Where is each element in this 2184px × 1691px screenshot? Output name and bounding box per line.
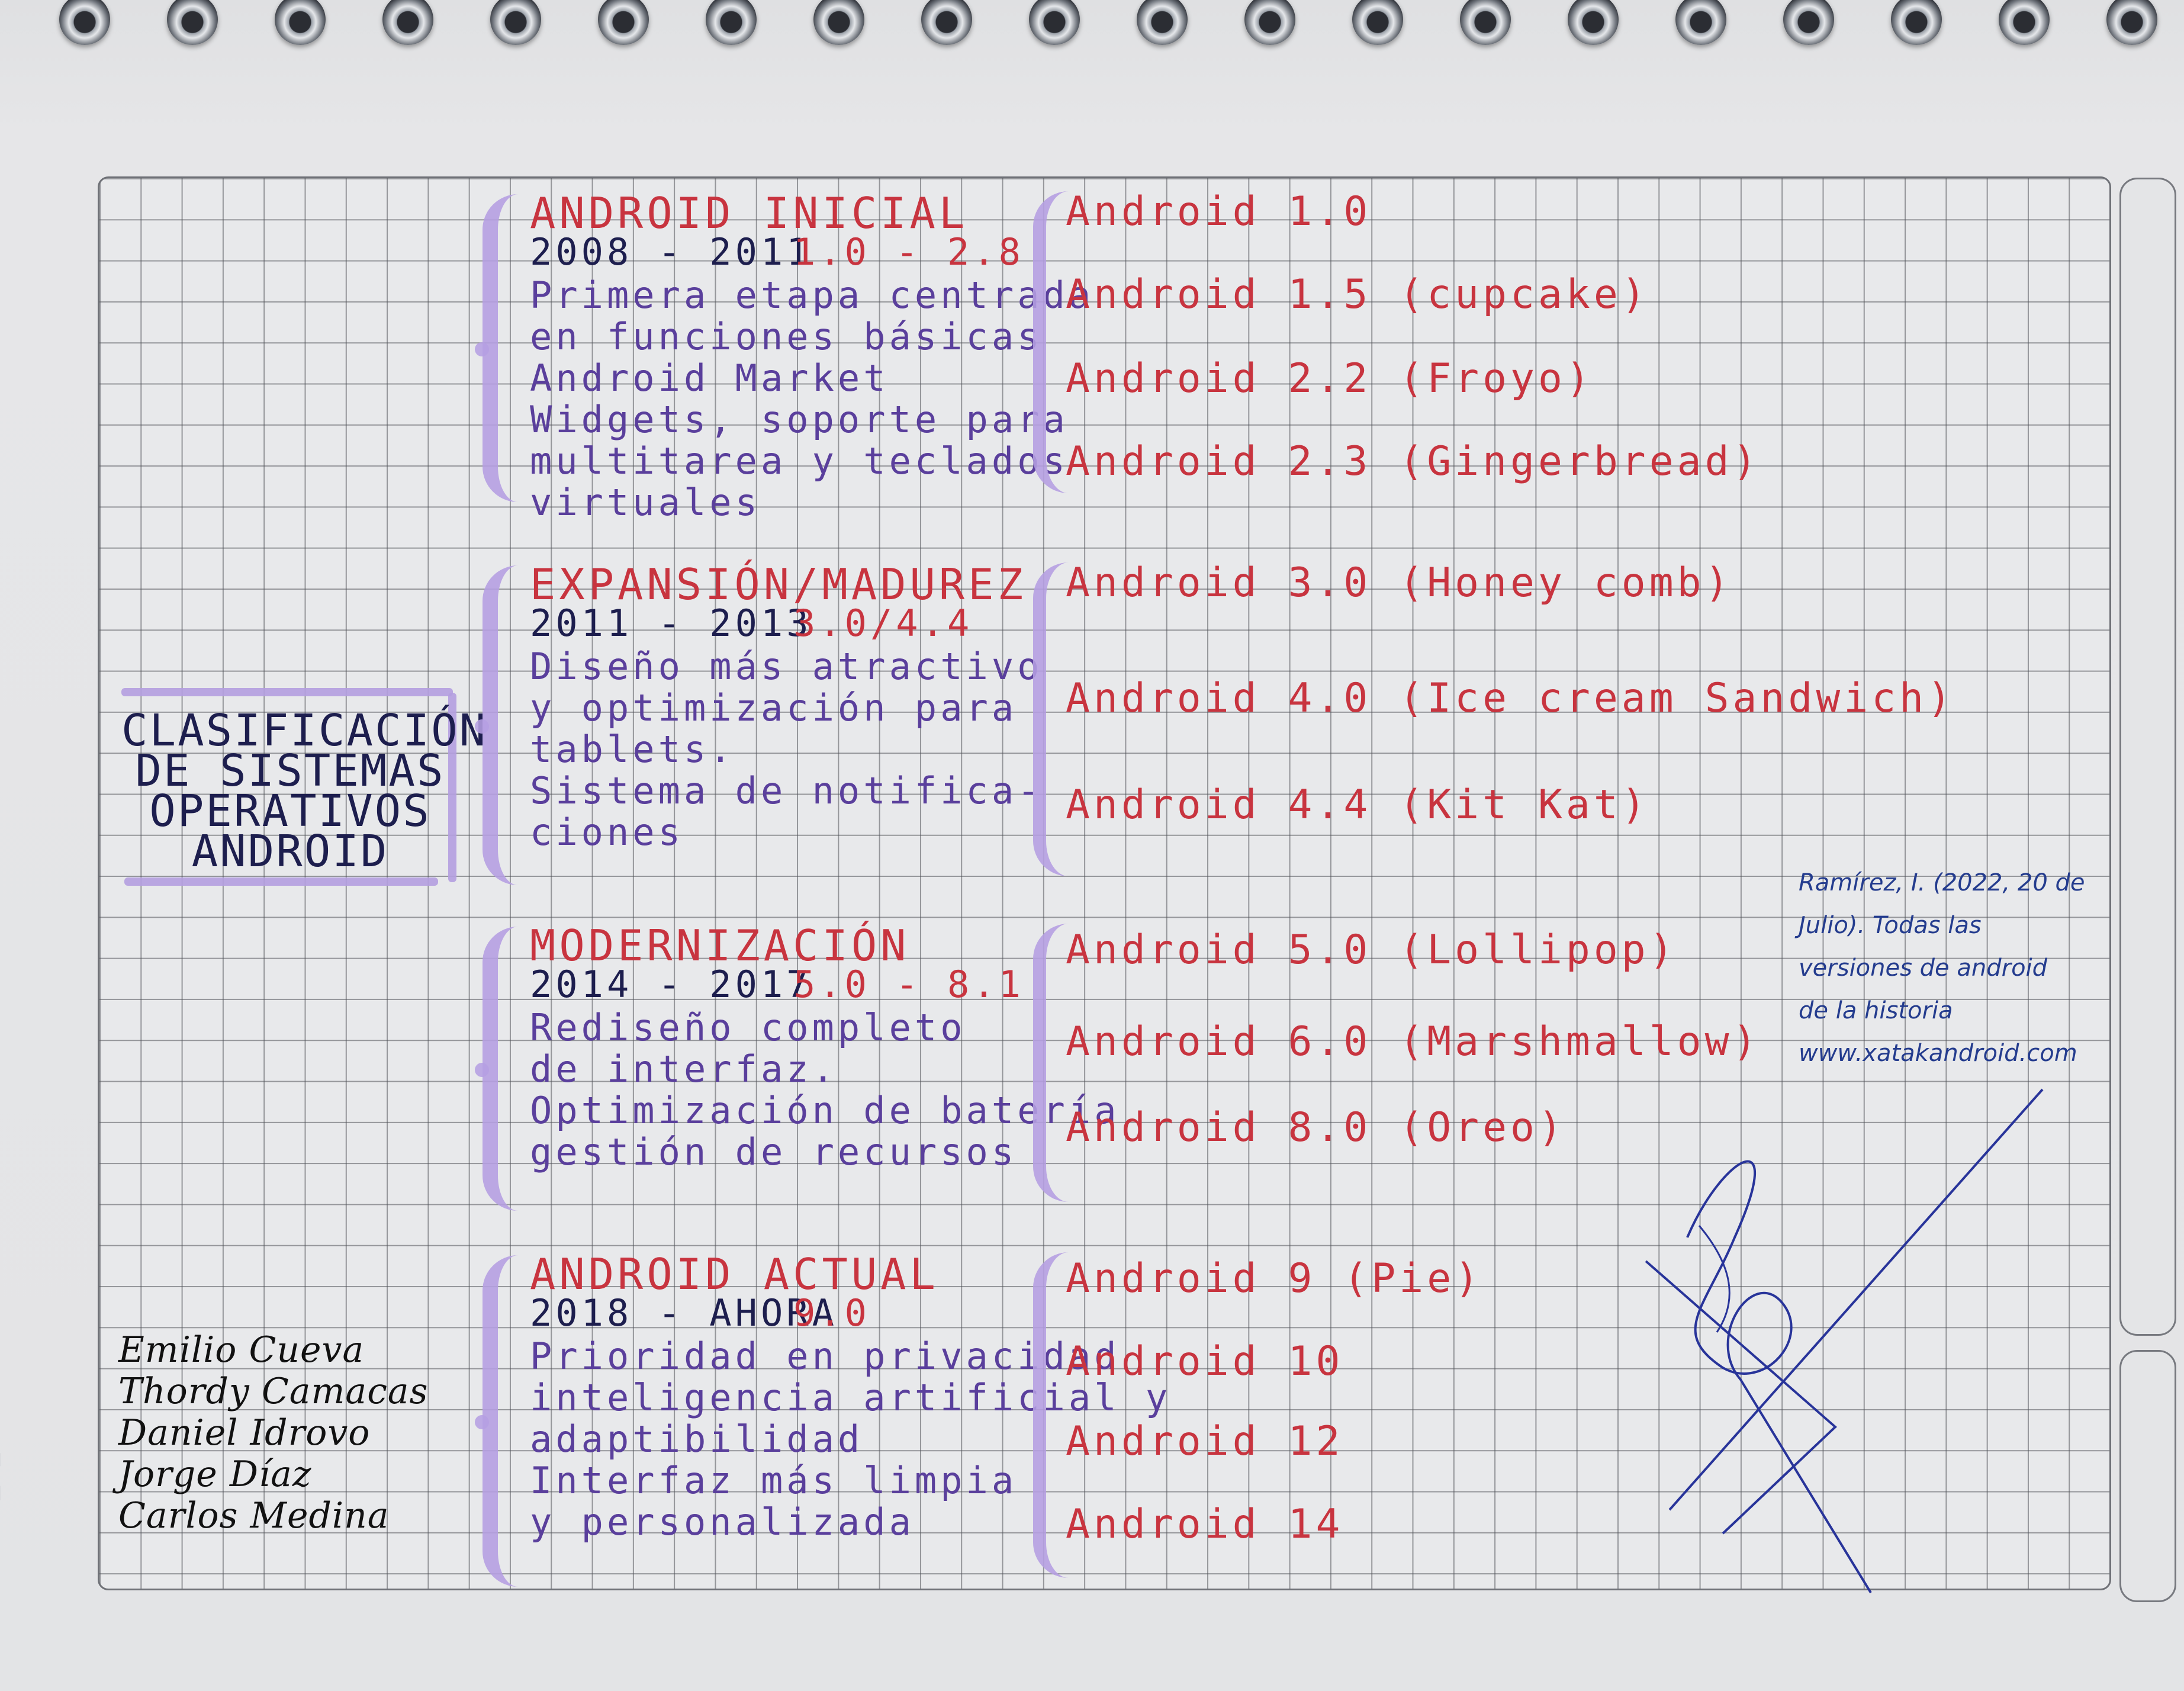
stage-version-range: 5.0 - 8.1 — [793, 963, 1024, 1006]
spiral-ring — [1244, 0, 1295, 45]
handwritten-signature — [1645, 1088, 2044, 1594]
stage-years: 2008 - 2011 — [530, 230, 812, 274]
stage-description-line: Widgets, soporte para — [530, 398, 1069, 441]
stage-description-line: tablets. — [530, 728, 735, 771]
android-version-item: Android 2.2 (Froyo) — [1066, 355, 1594, 402]
stage-description-line: multitarea y teclados — [530, 439, 1069, 483]
stage-description-line: Prioridad en privacidad — [530, 1335, 1120, 1378]
spiral-ring — [1137, 0, 1188, 45]
spiral-ring — [921, 0, 972, 45]
stage-description-line: en funciones básicas — [530, 315, 1043, 358]
author-name: Carlos Medina — [118, 1495, 390, 1536]
spiral-ring — [706, 0, 757, 45]
author-name: Emilio Cueva — [118, 1329, 365, 1371]
title-underline-bottom — [124, 877, 438, 886]
spiral-ring — [598, 0, 649, 45]
android-version-item: Android 1.5 (cupcake) — [1066, 271, 1649, 318]
stage-description-line: Rediseño completo — [530, 1006, 966, 1049]
stage-description-line: y optimización para — [530, 686, 1018, 729]
android-version-item: Android 1.0 — [1066, 188, 1372, 235]
stage-version-range: 1.0 - 2.8 — [793, 230, 1024, 274]
android-version-item: Android 5.0 (Lollipop) — [1066, 927, 1677, 973]
stage-description-line: Optimización de batería — [530, 1089, 1120, 1132]
citation-line: www.xatakandroid.com — [1799, 1040, 2077, 1067]
spiral-ring — [1029, 0, 1080, 45]
spiral-binding — [0, 0, 2184, 53]
notebook-brand-logo: Norma — [0, 1451, 12, 1662]
stage-brace-point — [475, 1415, 489, 1429]
android-version-item: Android 3.0 (Honey comb) — [1066, 560, 1733, 606]
citation-line: de la historia — [1799, 997, 1953, 1024]
stage-description-line: Android Market — [530, 356, 889, 400]
stage-description-line: gestión de recursos — [530, 1130, 1018, 1174]
stage-years: 2011 - 2013 — [530, 602, 812, 645]
android-version-item: Android 4.0 (Ice cream Sandwich) — [1066, 675, 1955, 722]
stage-description-line: de interfaz. — [530, 1047, 838, 1091]
stage-description-line: virtuales — [530, 481, 761, 524]
android-version-item: Android 6.0 (Marshmallow) — [1066, 1018, 1761, 1065]
stage-description-line: adaptibilidad — [530, 1417, 864, 1461]
citation-line: versiones de android — [1799, 954, 2048, 982]
stage-description-line: Primera etapa centrada — [530, 274, 1095, 317]
android-version-item: Android 14 — [1066, 1501, 1344, 1548]
android-version-item: Android 9 (Pie) — [1066, 1255, 1483, 1302]
stage-brace-point — [475, 719, 489, 734]
android-version-item: Android 8.0 (Oreo) — [1066, 1104, 1566, 1151]
author-list: Emilio Cueva Thordy Camacas Daniel Idrov… — [118, 1329, 428, 1536]
stage-years: 2018 - AHORA — [530, 1291, 838, 1335]
spiral-ring — [813, 0, 864, 45]
citation-reference: Ramírez, I. (2022, 20 de Julio). Todas l… — [1799, 861, 2148, 1075]
stage-years: 2014 - 2017 — [530, 963, 812, 1006]
spiral-ring — [490, 0, 541, 45]
spiral-ring — [1675, 0, 1726, 45]
author-name: Jorge Díaz — [118, 1454, 312, 1495]
page-side-tab-lower — [2119, 1350, 2176, 1602]
stage-description-line: Diseño más atractivo — [530, 645, 1043, 688]
author-name: Daniel Idrovo — [118, 1412, 371, 1454]
citation-line: Julio). Todas las — [1799, 912, 1982, 939]
stage-description-line: y personalizada — [530, 1500, 915, 1544]
spiral-ring — [1891, 0, 1942, 45]
stage-description-line: ciones — [530, 811, 684, 854]
stage-version-range: 9.0 — [793, 1291, 870, 1335]
spiral-ring — [59, 0, 110, 45]
spiral-ring — [1999, 0, 2050, 45]
stage-brace-point — [475, 1063, 489, 1077]
stage-description-line: Interfaz más limpia — [530, 1459, 1018, 1502]
android-version-item: Android 2.3 (Gingerbread) — [1066, 438, 1761, 485]
android-version-item: Android 4.4 (Kit Kat) — [1066, 782, 1649, 828]
spiral-ring — [1783, 0, 1834, 45]
spiral-ring — [1352, 0, 1403, 45]
stage-brace-point — [475, 342, 489, 356]
spiral-ring — [1460, 0, 1511, 45]
page-side-tab-upper — [2119, 178, 2176, 1336]
author-name: Thordy Camacas — [118, 1371, 429, 1412]
stage-version-range: 3.0/4.4 — [793, 602, 973, 645]
spiral-ring — [1568, 0, 1619, 45]
stage-description-line: Sistema de notifica- — [530, 769, 1043, 812]
spiral-ring — [275, 0, 326, 45]
title-underline-top — [121, 688, 453, 696]
page-title: CLASIFICACIÓN DE SISTEMAS OPERATIVOS AND… — [121, 705, 488, 877]
spiral-ring — [2106, 0, 2157, 45]
spiral-ring — [382, 0, 433, 45]
android-version-item: Android 10 — [1066, 1338, 1344, 1385]
spiral-ring — [167, 0, 218, 45]
android-version-item: Android 12 — [1066, 1418, 1344, 1465]
citation-line: Ramírez, I. (2022, 20 de — [1799, 869, 2085, 896]
